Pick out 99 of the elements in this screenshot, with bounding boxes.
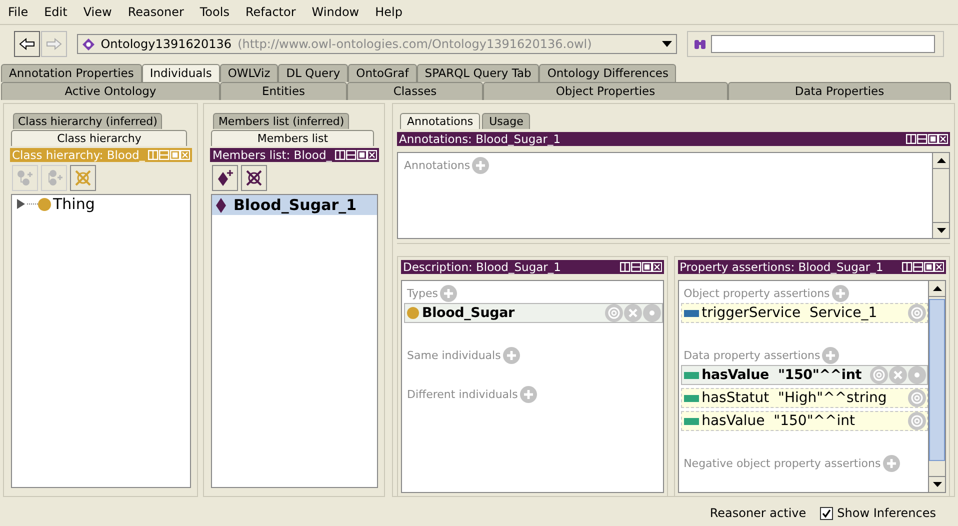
assertion-text: hasValue "150"^^int <box>702 367 863 383</box>
menu-item[interactable]: Tools <box>194 5 236 19</box>
search-field[interactable] <box>711 35 935 53</box>
add-icon[interactable] <box>440 284 457 302</box>
tab[interactable]: Classes <box>347 82 483 100</box>
assertion-row[interactable]: hasValue "150"^^int <box>680 411 928 431</box>
add-subclass-icon <box>16 169 34 187</box>
binoculars-icon <box>694 38 706 50</box>
tab[interactable]: Members list (inferred) <box>213 113 350 129</box>
tab[interactable]: SPARQL Query Tab <box>416 64 540 82</box>
data-property-icon <box>684 372 699 378</box>
assertion-row[interactable]: triggerService Service_1 <box>680 303 928 323</box>
caret-icon <box>662 41 672 47</box>
assertion-row[interactable]: hasValue "150"^^int <box>680 365 928 385</box>
section-label: Object property assertions <box>684 286 830 300</box>
delete-icon[interactable] <box>624 304 642 322</box>
up-arrow-icon[interactable] <box>932 286 942 291</box>
assertion-text: Blood_Sugar <box>422 305 516 321</box>
view-controls-icon[interactable] <box>335 150 377 160</box>
edit-icon[interactable] <box>642 304 661 322</box>
tab[interactable]: Annotations <box>400 113 480 129</box>
ontology-icon <box>82 38 95 50</box>
menu-item[interactable]: Refactor <box>239 5 302 19</box>
left-arrow-icon <box>18 38 35 50</box>
section-label: Different individuals <box>407 388 518 400</box>
tab[interactable]: Ontology Differences <box>539 64 676 82</box>
tab[interactable]: Annotation Properties <box>1 64 142 82</box>
down-arrow-icon[interactable] <box>936 228 946 233</box>
delete-icon[interactable] <box>889 366 907 384</box>
individual-name: Blood_Sugar_1 <box>233 196 357 214</box>
tab[interactable]: Entities <box>220 82 347 100</box>
tab[interactable]: OWLViz <box>220 64 278 82</box>
diamond-plus-icon <box>216 169 234 187</box>
add-icon[interactable] <box>520 386 537 402</box>
add-icon[interactable] <box>822 346 840 364</box>
class-dot-icon <box>407 307 419 319</box>
status-text: Reasoner active <box>710 506 806 520</box>
tab[interactable]: Class hierarchy <box>11 130 188 146</box>
toolbar-button[interactable] <box>241 165 268 191</box>
section-label: Data property assertions <box>684 348 820 362</box>
ontology-iri: (http://www.owl-ontologies.com/Ontology1391620136.owl) <box>238 37 593 51</box>
add-icon[interactable] <box>882 454 900 472</box>
menu-item[interactable]: Reasoner <box>122 5 190 19</box>
tab[interactable]: DL Query <box>278 64 348 82</box>
data-property-icon <box>684 394 699 402</box>
checkbox[interactable] <box>820 506 834 520</box>
tab[interactable]: Class hierarchy (inferred) <box>13 113 162 129</box>
expander-icon[interactable] <box>16 198 38 210</box>
tree-item[interactable]: Thing <box>53 195 95 213</box>
tab[interactable]: Members list <box>211 130 374 146</box>
tab[interactable]: Active Ontology <box>1 82 220 100</box>
edit-icon[interactable] <box>908 366 926 384</box>
checkbox-label: Show Inferences <box>837 506 936 520</box>
back-button[interactable] <box>14 31 40 57</box>
up-arrow-icon[interactable] <box>936 158 946 163</box>
menu-item[interactable]: Window <box>306 5 366 19</box>
view-controls-icon[interactable] <box>902 262 944 272</box>
scrollbar[interactable] <box>932 153 949 238</box>
view-title: Description: Blood_Sugar_1 <box>403 260 561 274</box>
section-label: Annotations <box>404 158 470 172</box>
assertion-row[interactable]: Blood_Sugar <box>404 303 663 323</box>
delete-icon <box>245 169 264 187</box>
view-title: Annotations: Blood_Sugar_1 <box>399 132 561 146</box>
section-label: Negative object property assertions <box>684 456 881 470</box>
menu-item[interactable]: Help <box>369 5 408 19</box>
tab[interactable]: Usage <box>482 113 530 129</box>
section-label: Same individuals <box>407 348 501 362</box>
view-title: Property assertions: Blood_Sugar_1 <box>680 260 884 274</box>
tab[interactable]: Individuals <box>142 64 220 82</box>
view-controls-icon[interactable] <box>906 134 948 144</box>
menu-item[interactable]: File <box>2 5 34 19</box>
ontology-dropdown[interactable]: Ontology1391620136 (http://www.owl-ontologies.com/Ontology1391620136.owl) <box>76 34 678 54</box>
add-icon[interactable] <box>472 156 490 174</box>
scrollbar[interactable] <box>928 281 945 492</box>
toolbar-button[interactable] <box>212 165 238 191</box>
class-dot-icon <box>38 198 51 210</box>
delete-icon <box>74 169 92 187</box>
assertion-text: hasValue "150"^^int <box>702 413 856 429</box>
assertion-row[interactable]: hasStatut "High"^^string <box>680 388 928 408</box>
tab[interactable]: OntoGraf <box>348 64 417 82</box>
view-title: Members list: Blood_ <box>212 148 332 162</box>
right-arrow-icon <box>46 38 62 50</box>
tab[interactable]: Data Properties <box>728 82 951 100</box>
object-property-icon <box>684 310 699 316</box>
tab[interactable]: Object Properties <box>483 82 728 100</box>
assertion-text: triggerService Service_1 <box>702 305 878 321</box>
diamond-icon <box>216 198 226 212</box>
menu-item[interactable]: View <box>77 5 118 19</box>
section-label: Types <box>407 286 438 300</box>
view-title: Class hierarchy: Blood_ <box>12 148 146 162</box>
ontology-name: Ontology1391620136 <box>100 37 232 51</box>
data-property-icon <box>684 418 699 424</box>
view-controls-icon[interactable] <box>620 262 662 272</box>
menu-item[interactable]: Edit <box>38 5 74 19</box>
assertion-text: hasStatut "High"^^string <box>702 390 888 406</box>
down-arrow-icon[interactable] <box>932 482 942 487</box>
add-icon[interactable] <box>832 284 849 302</box>
add-icon[interactable] <box>502 346 520 364</box>
list-item[interactable]: Blood_Sugar_1 <box>212 195 377 215</box>
